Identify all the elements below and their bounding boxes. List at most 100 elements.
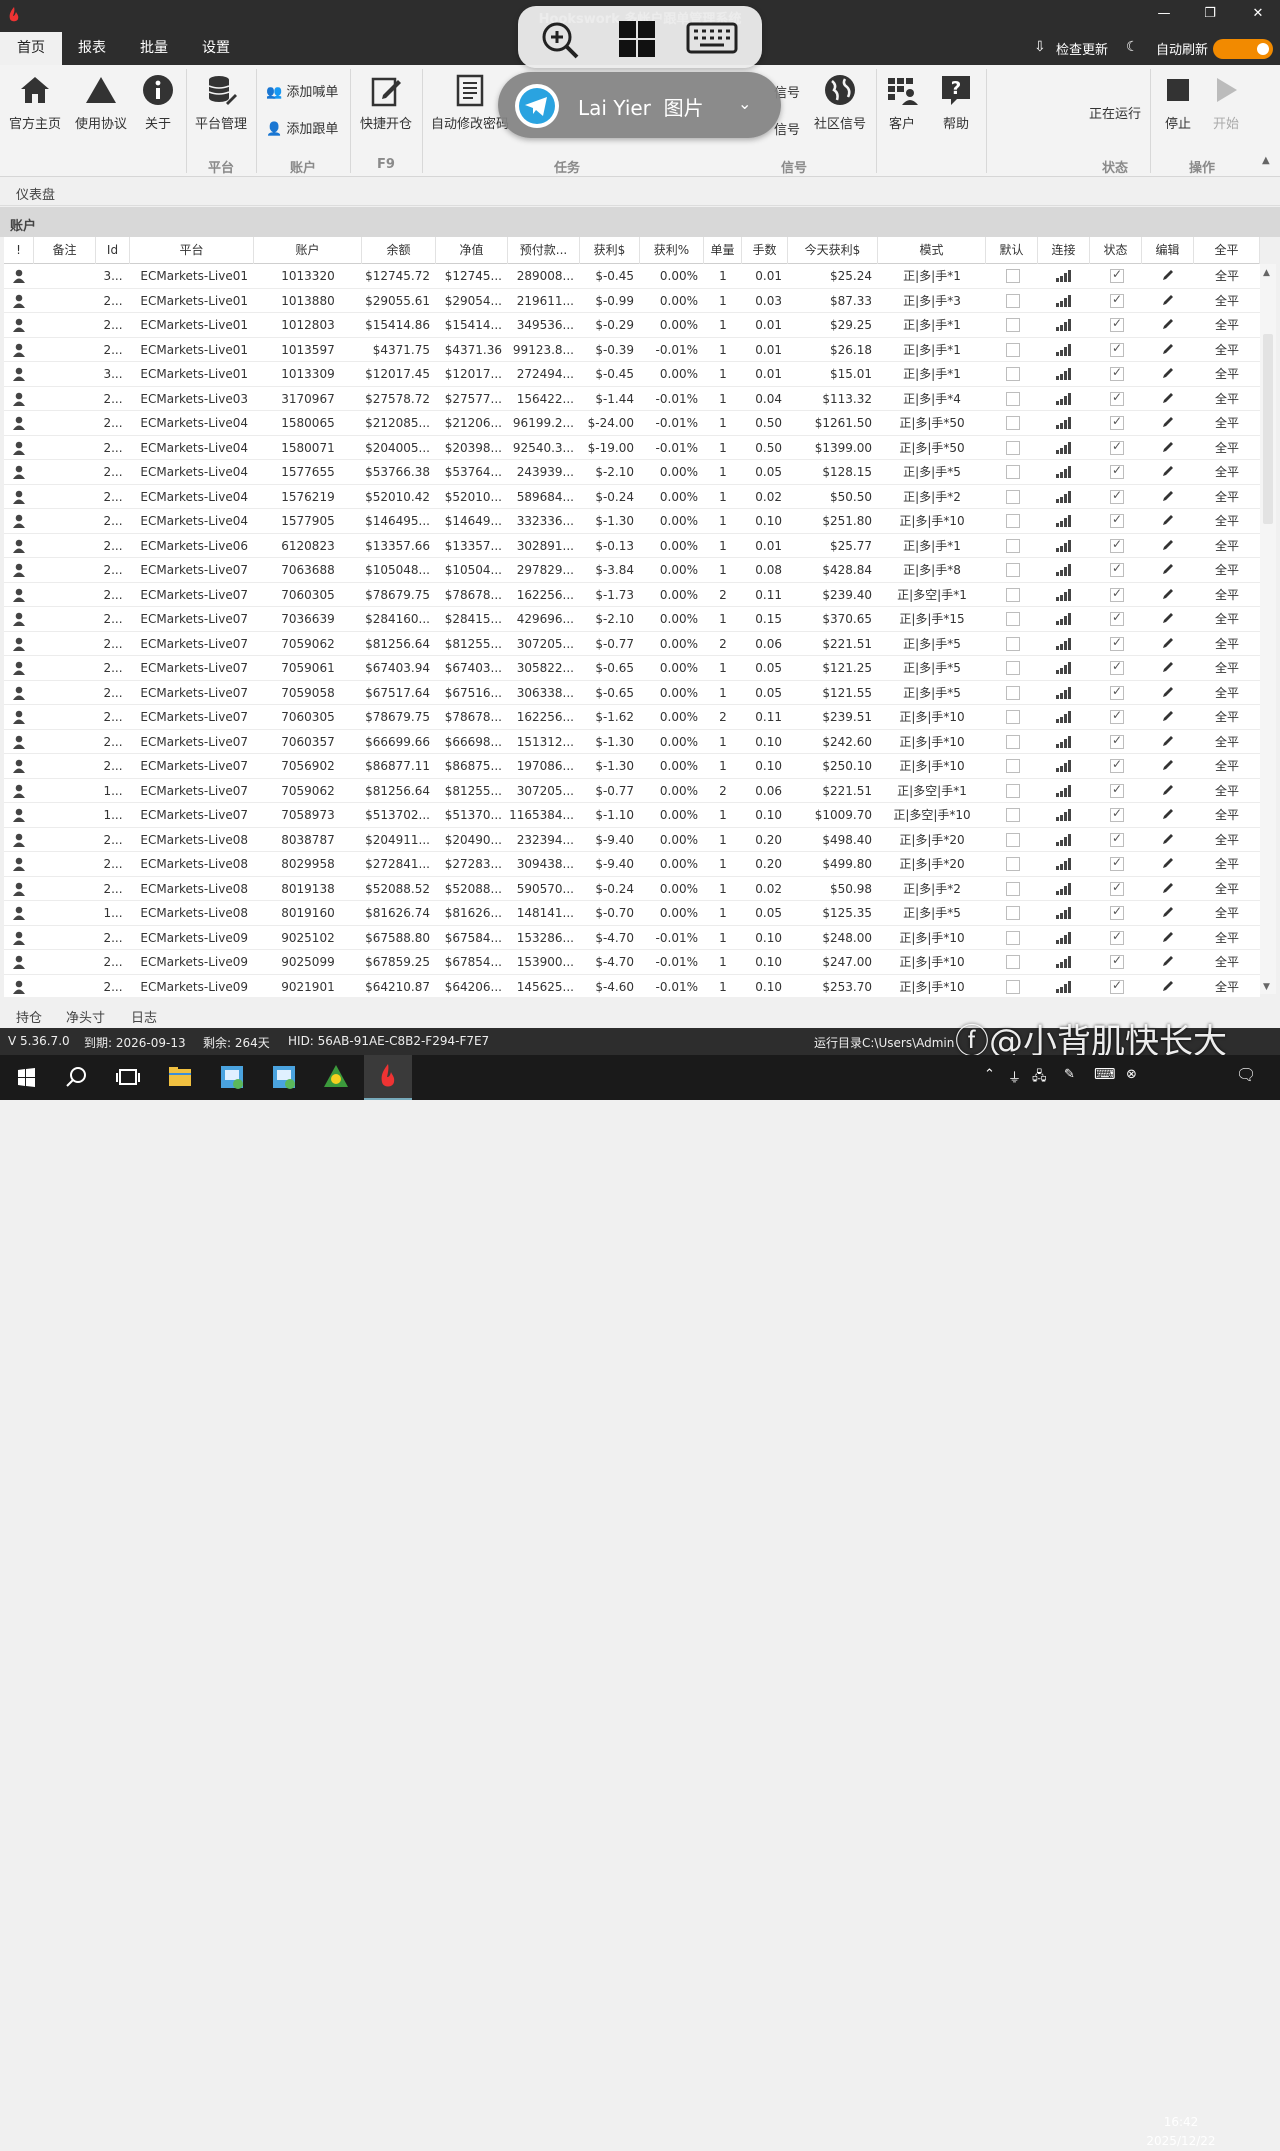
- edit-pencil-icon[interactable]: [1142, 975, 1194, 998]
- column-header[interactable]: 连接: [1038, 237, 1090, 264]
- signal-partial-label-2[interactable]: 信号: [774, 119, 800, 138]
- edit-pencil-icon[interactable]: [1142, 558, 1194, 582]
- default-checkbox[interactable]: [1006, 440, 1020, 455]
- edit-pencil-icon[interactable]: [1142, 289, 1194, 313]
- default-checkbox[interactable]: [1006, 636, 1020, 651]
- table-row[interactable]: 3... ECMarkets-Live01 1013309 $12017.45 $120…: [4, 362, 1260, 387]
- default-checkbox[interactable]: [1006, 391, 1020, 406]
- close-all-button[interactable]: 全平: [1194, 436, 1260, 460]
- table-row[interactable]: 2... ECMarkets-Live09 9021901 $64210.87 $642…: [4, 975, 1260, 998]
- close-all-button[interactable]: 全平: [1194, 656, 1260, 680]
- add-follower-button[interactable]: 👤 添加跟单: [266, 118, 338, 137]
- close-all-button[interactable]: 全平: [1194, 754, 1260, 778]
- edit-pencil-icon[interactable]: [1142, 387, 1194, 411]
- edit-pencil-icon[interactable]: [1142, 877, 1194, 901]
- clock[interactable]: 16:42 2025/12/22: [1145, 2113, 1217, 2151]
- close-all-button[interactable]: 全平: [1194, 558, 1260, 582]
- default-checkbox[interactable]: [1006, 538, 1020, 553]
- status-checkbox[interactable]: [1110, 782, 1124, 798]
- tray-keyboard-icon[interactable]: ⌨: [1094, 1065, 1116, 1083]
- table-row[interactable]: 2... ECMarkets-Live08 8029958 $272841... $27…: [4, 852, 1260, 877]
- edit-pencil-icon[interactable]: [1142, 607, 1194, 631]
- close-all-button[interactable]: 全平: [1194, 681, 1260, 705]
- default-checkbox[interactable]: [1006, 293, 1020, 308]
- default-checkbox[interactable]: [1006, 587, 1020, 602]
- status-checkbox[interactable]: [1110, 586, 1124, 602]
- close-all-button[interactable]: 全平: [1194, 264, 1260, 288]
- start-windows-icon[interactable]: [2, 1055, 50, 1100]
- status-checkbox[interactable]: [1110, 414, 1124, 430]
- status-checkbox[interactable]: [1110, 880, 1124, 896]
- close-all-button[interactable]: 全平: [1194, 877, 1260, 901]
- taskbar-active-app[interactable]: [364, 1055, 412, 1100]
- edit-pencil-icon[interactable]: [1142, 436, 1194, 460]
- edit-pencil-icon[interactable]: [1142, 950, 1194, 974]
- edit-pencil-icon[interactable]: [1142, 705, 1194, 729]
- dashboard-title[interactable]: 仪表盘: [16, 184, 55, 203]
- edit-pencil-icon[interactable]: [1142, 779, 1194, 803]
- edit-pencil-icon[interactable]: [1142, 509, 1194, 533]
- stop-button[interactable]: 停止: [1156, 73, 1200, 132]
- keyboard-icon[interactable]: [686, 22, 738, 56]
- close-all-button[interactable]: 全平: [1194, 803, 1260, 827]
- close-all-button[interactable]: 全平: [1194, 411, 1260, 435]
- tab-reports[interactable]: 报表: [62, 32, 122, 65]
- table-row[interactable]: 2... ECMarkets-Live08 8038787 $204911... $20…: [4, 828, 1260, 852]
- table-row[interactable]: 1... ECMarkets-Live07 7058973 $513702... $51…: [4, 803, 1260, 828]
- column-header[interactable]: 编辑: [1142, 237, 1194, 264]
- customer-button[interactable]: 客户: [880, 73, 924, 132]
- close-all-button[interactable]: 全平: [1194, 485, 1260, 509]
- tab-log[interactable]: 日志: [131, 1007, 157, 1026]
- community-signal-button[interactable]: 社区信号: [810, 73, 870, 132]
- table-row[interactable]: 2... ECMarkets-Live07 7059062 $81256.64 $812…: [4, 632, 1260, 656]
- table-scrollbar[interactable]: [1260, 264, 1276, 994]
- table-row[interactable]: 2... ECMarkets-Live09 9025099 $67859.25 $678…: [4, 950, 1260, 975]
- table-row[interactable]: 2... ECMarkets-Live03 3170967 $27578.72 $275…: [4, 387, 1260, 411]
- tab-settings[interactable]: 设置: [186, 32, 246, 65]
- scroll-down-icon[interactable]: ▼: [1263, 982, 1270, 992]
- table-row[interactable]: 2... ECMarkets-Live01 1013597 $4371.75 $4371…: [4, 338, 1260, 362]
- table-row[interactable]: 2... ECMarkets-Live04 1577905 $146495... $14…: [4, 509, 1260, 534]
- edit-pencil-icon[interactable]: [1142, 926, 1194, 950]
- tray-close-icon[interactable]: ⊗: [1126, 1067, 1137, 1082]
- default-checkbox[interactable]: [1006, 710, 1020, 724]
- default-checkbox[interactable]: [1006, 367, 1020, 381]
- default-checkbox[interactable]: [1006, 342, 1020, 357]
- tab-positions[interactable]: 持仓: [16, 1007, 42, 1026]
- table-row[interactable]: 2... ECMarkets-Live09 9025102 $67588.80 $675…: [4, 926, 1260, 950]
- default-checkbox[interactable]: [1006, 612, 1020, 626]
- close-all-button[interactable]: 全平: [1194, 950, 1260, 974]
- app-icon-1[interactable]: [208, 1055, 256, 1100]
- status-checkbox[interactable]: [1110, 316, 1124, 332]
- close-all-button[interactable]: 全平: [1194, 509, 1260, 533]
- default-checkbox[interactable]: [1006, 930, 1020, 945]
- close-all-button[interactable]: 全平: [1194, 289, 1260, 313]
- edit-pencil-icon[interactable]: [1142, 338, 1194, 362]
- edit-pencil-icon[interactable]: [1142, 852, 1194, 876]
- usb-icon[interactable]: ⏚: [1008, 1067, 1021, 1086]
- table-row[interactable]: 2... ECMarkets-Live04 1580071 $204005... $20…: [4, 436, 1260, 460]
- pen-icon[interactable]: ✎: [1064, 1067, 1075, 1082]
- close-button[interactable]: ✕: [1238, 6, 1278, 26]
- close-all-button[interactable]: 全平: [1194, 313, 1260, 337]
- edit-pencil-icon[interactable]: [1142, 730, 1194, 754]
- edit-pencil-icon[interactable]: [1142, 485, 1194, 509]
- close-all-button[interactable]: 全平: [1194, 607, 1260, 631]
- search-icon[interactable]: [52, 1055, 100, 1100]
- default-checkbox[interactable]: [1006, 514, 1020, 528]
- table-row[interactable]: 2... ECMarkets-Live07 7056902 $86877.11 $868…: [4, 754, 1260, 779]
- task-view-icon[interactable]: [104, 1055, 152, 1100]
- status-checkbox[interactable]: [1110, 390, 1124, 406]
- default-checkbox[interactable]: [1006, 881, 1020, 896]
- status-checkbox[interactable]: [1110, 439, 1124, 455]
- close-all-button[interactable]: 全平: [1194, 926, 1260, 950]
- platform-management-button[interactable]: 平台管理: [192, 73, 250, 132]
- edit-pencil-icon[interactable]: [1142, 583, 1194, 607]
- about-button[interactable]: 关于: [136, 73, 180, 132]
- default-checkbox[interactable]: [1006, 808, 1020, 822]
- status-checkbox[interactable]: [1110, 929, 1124, 945]
- default-checkbox[interactable]: [1006, 489, 1020, 504]
- column-header[interactable]: Id: [96, 237, 130, 264]
- network-icon[interactable]: 🖧: [1032, 1067, 1047, 1089]
- edit-pencil-icon[interactable]: [1142, 460, 1194, 484]
